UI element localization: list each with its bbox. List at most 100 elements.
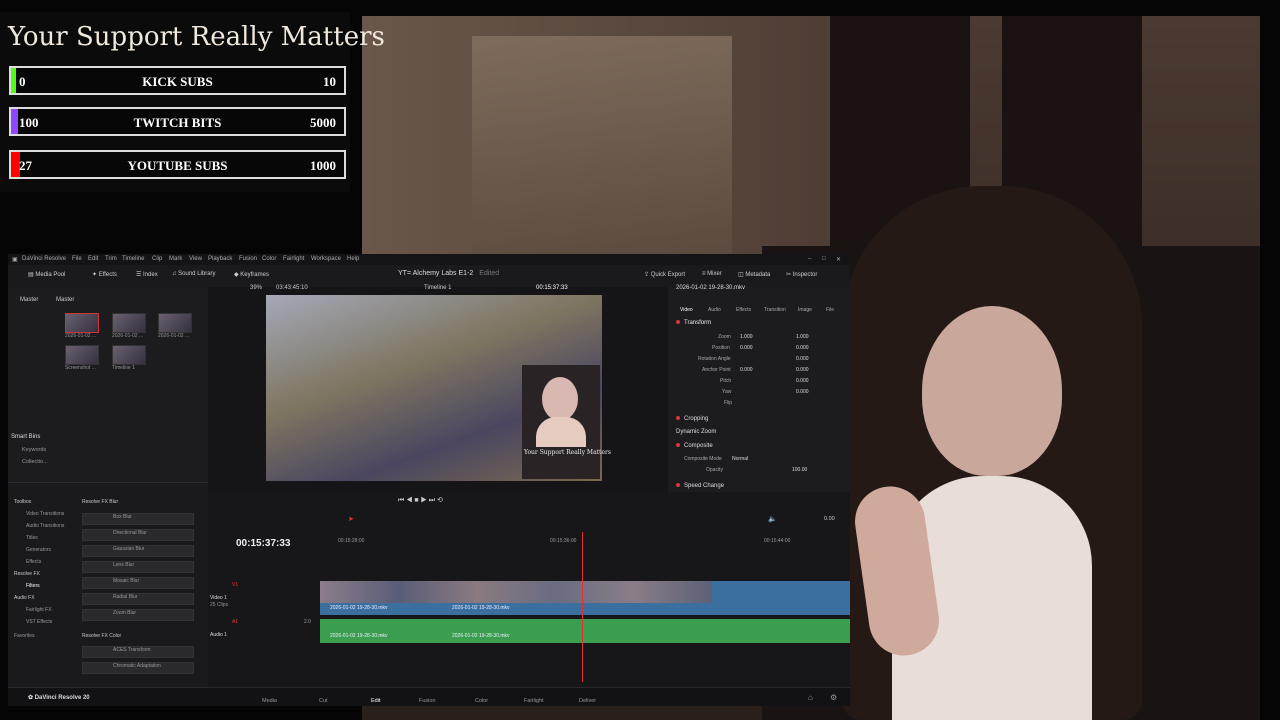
menu-davinci-resolve[interactable]: DaVinci Resolve [22,256,66,262]
mixer-tab[interactable]: ≡ Mixer [702,271,722,277]
fx-tree-generators[interactable]: Generators [26,547,51,553]
smart-bin-collections[interactable]: Collectio... [22,459,48,465]
menu-timeline[interactable]: Timeline [122,256,144,262]
transform-section[interactable]: Transform [676,320,711,326]
fx-directional-blur[interactable]: Directional Blur [82,529,194,541]
inspector-tab-image[interactable]: Image [798,307,812,313]
quick-export-button[interactable]: ⇪ Quick Export [644,271,685,278]
menu-edit[interactable]: Edit [88,256,98,262]
fx-tree-fairlight-fx[interactable]: Fairlight FX [26,607,52,613]
index-tab[interactable]: ☰ Index [136,271,158,278]
gear-icon[interactable]: ⚙ [830,693,837,702]
inspector-tab-audio[interactable]: Audio [708,307,721,313]
cropping-section[interactable]: Cropping [676,416,708,422]
inspector-tab-file[interactable]: File [826,307,834,313]
menu-fairlight[interactable]: Fairlight [283,256,304,262]
maximize-icon[interactable]: □ [822,256,826,262]
fx-tree-filters[interactable]: Filters [26,583,40,589]
fx-tree-vst-effects[interactable]: VST Effects [26,619,52,625]
fx-group-color[interactable]: Resolve FX Color [82,633,121,639]
page-edit[interactable]: Edit [371,698,380,704]
viewer-frame[interactable]: Your Support Really Matters [266,295,611,481]
page-cut[interactable]: Cut [319,698,328,704]
fx-mosaic-blur[interactable]: Mosaic Blur [82,577,194,589]
metadata-tab[interactable]: ◫ Metadata [738,271,770,278]
fx-tree-resolve-fx[interactable]: Resolve FX [14,571,40,577]
menu-clip[interactable]: Clip [152,256,162,262]
media-clip-thumbnail[interactable] [65,345,99,365]
fx-tree-titles[interactable]: Titles [26,535,38,541]
fx-tree-favorites[interactable]: Favorites [14,633,35,639]
menu-fusion[interactable]: Fusion [239,256,257,262]
inspector-tab[interactable]: ✂ Inspector [786,271,817,278]
fx-group-blur[interactable]: Resolve FX Blur [82,499,118,505]
fx-box-blur[interactable]: Box Blur [82,513,194,525]
viewer-zoom[interactable]: 39% [250,285,262,291]
fx-tree-audio-fx[interactable]: Audio FX [14,595,35,601]
audio-track-id[interactable]: A1 [232,619,238,625]
media-clip-thumbnail[interactable] [158,313,192,333]
video-clip[interactable] [320,581,712,603]
anchor-x-value[interactable]: 0.000 [740,367,753,373]
audio-level[interactable]: 0.00 [824,516,835,522]
transport-controls[interactable]: ⏮ ◀ ■ ▶ ⏭ ⟲ [398,496,443,505]
opacity-value[interactable]: 100.00 [792,467,807,473]
composite-mode-select[interactable]: Normal [732,456,748,462]
inspector-tab-video[interactable]: Video [680,307,693,313]
fx-tree-effects[interactable]: Effects [26,559,41,565]
position-y-value[interactable]: 0.000 [796,345,809,351]
fx-lens-blur[interactable]: Lens Blur [82,561,194,573]
menu-help[interactable]: Help [347,256,359,262]
fx-zoom-blur[interactable]: Zoom Blur [82,609,194,621]
inspector-tab-transition[interactable]: Transition [764,307,786,313]
inspector-tab-effects[interactable]: Effects [736,307,751,313]
menu-workspace[interactable]: Workspace [311,256,341,262]
keyframes-tab[interactable]: ◆ Keyframes [234,271,269,278]
page-fairlight[interactable]: Fairlight [524,698,544,704]
menu-file[interactable]: File [72,256,82,262]
fx-radial-blur[interactable]: Radial Blur [82,593,194,605]
fx-tree-video-transitions[interactable]: Video Transitions [26,511,64,517]
close-icon[interactable]: ✕ [836,256,841,263]
fx-tree-audio-transitions[interactable]: Audio Transitions [26,523,64,529]
fx-gaussian-blur[interactable]: Gaussian Blur [82,545,194,557]
bin-tab-master-2[interactable]: Master [56,297,74,303]
fx-aces-transform[interactable]: ACES Transform [82,646,194,658]
timeline-selector[interactable]: Timeline 1 [424,285,451,291]
menu-playback[interactable]: Playback [208,256,232,262]
page-deliver[interactable]: Deliver [579,698,596,704]
media-clip-thumbnail[interactable] [112,313,146,333]
anchor-y-value[interactable]: 0.000 [796,367,809,373]
selection-tool-icon[interactable]: ➤ [348,515,354,523]
position-x-value[interactable]: 0.000 [740,345,753,351]
pitch-value[interactable]: 0.000 [796,378,809,384]
zoom-y-value[interactable]: 1.000 [796,334,809,340]
fx-tree-toolbox[interactable]: Toolbox [14,499,31,505]
media-pool-tab[interactable]: ▤ Media Pool [28,271,65,278]
page-media[interactable]: Media [262,698,277,704]
home-icon[interactable]: ⌂ [808,693,813,702]
page-fusion[interactable]: Fusion [419,698,436,704]
menu-color[interactable]: Color [262,256,276,262]
menu-view[interactable]: View [189,256,202,262]
media-clip-thumbnail[interactable] [65,313,99,333]
effects-tab[interactable]: ✦ Effects [92,271,117,278]
fx-chromatic-adaptation[interactable]: Chromatic Adaptation [82,662,194,674]
volume-icon[interactable]: 🔈 [768,515,777,523]
menu-mark[interactable]: Mark [169,256,182,262]
zoom-x-value[interactable]: 1.000 [740,334,753,340]
menu-trim[interactable]: Trim [105,256,117,262]
dynamic-zoom-section[interactable]: Dynamic Zoom [676,429,716,435]
sound-library-tab[interactable]: ♫ Sound Library [172,271,216,277]
yaw-value[interactable]: 0.000 [796,389,809,395]
speed-change-section[interactable]: Speed Change [676,483,724,489]
minimize-icon[interactable]: – [808,256,811,262]
page-color[interactable]: Color [475,698,488,704]
bin-tab-master[interactable]: Master [20,297,38,303]
smart-bin-keywords[interactable]: Keywords [22,447,46,453]
rotation-value[interactable]: 0.000 [796,356,809,362]
media-clip-thumbnail[interactable] [112,345,146,365]
composite-section[interactable]: Composite [676,443,713,449]
video-track-id[interactable]: V1 [232,582,238,588]
playhead[interactable] [582,532,583,682]
